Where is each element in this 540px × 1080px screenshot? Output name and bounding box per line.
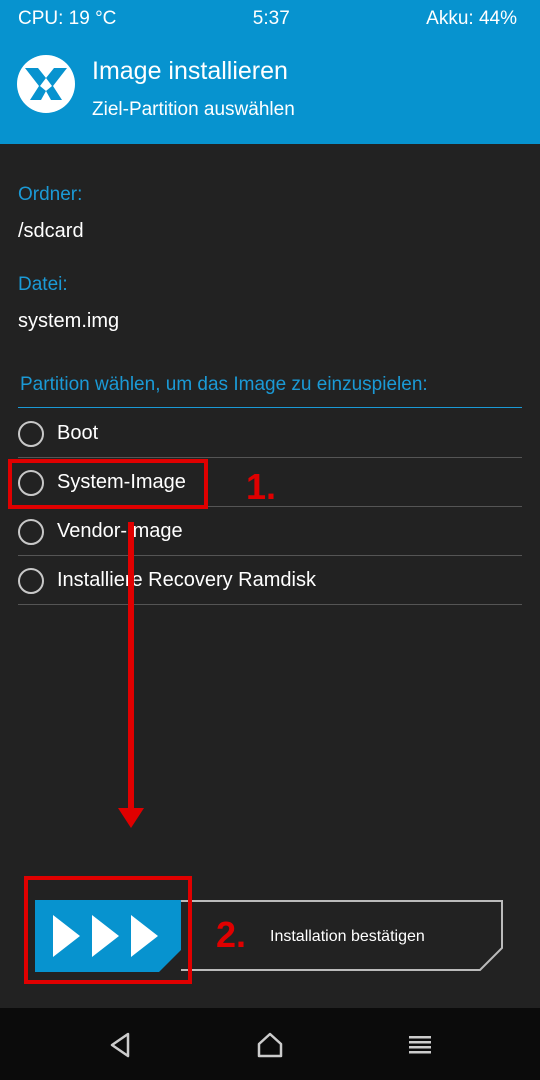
home-icon[interactable] — [255, 1030, 285, 1060]
file-label: Datei: — [18, 274, 68, 295]
twrp-logo-icon — [17, 55, 75, 113]
partition-option-boot[interactable]: Boot — [18, 409, 522, 458]
app-header: Image installieren Ziel-Partition auswäh… — [0, 38, 540, 144]
radio-button-icon[interactable] — [18, 568, 44, 594]
page-title: Image installieren — [92, 57, 288, 85]
battery-level: Akku: 44% — [426, 8, 517, 29]
annotation-highlight-swipe-handle — [24, 876, 192, 984]
partition-option-vendor-image[interactable]: Vendor-Image — [18, 507, 522, 556]
status-bar: CPU: 19 °C 5:37 Akku: 44% — [0, 0, 540, 38]
annotation-highlight-system-image — [8, 459, 208, 509]
annotation-step-2: 2. — [216, 914, 247, 955]
partition-option-recovery-ramdisk[interactable]: Installiere Recovery Ramdisk — [18, 556, 522, 605]
swipe-confirm-label: Installation bestätigen — [270, 928, 425, 945]
page-subtitle: Ziel-Partition auswählen — [92, 99, 295, 120]
partition-option-label: Installiere Recovery Ramdisk — [57, 569, 316, 591]
navigation-bar — [0, 1008, 540, 1080]
file-value: system.img — [18, 310, 120, 332]
annotation-arrow-head — [118, 808, 144, 828]
folder-label: Ordner: — [18, 184, 83, 205]
annotation-step-1: 1. — [246, 466, 277, 507]
folder-value: /sdcard — [18, 220, 84, 242]
radio-button-icon[interactable] — [18, 421, 44, 447]
section-divider — [18, 407, 522, 408]
annotation-arrow — [128, 522, 134, 814]
cpu-temperature: CPU: 19 °C — [18, 8, 117, 29]
partition-option-label: Vendor-Image — [57, 520, 183, 542]
radio-button-icon[interactable] — [18, 519, 44, 545]
back-triangle-icon[interactable] — [106, 1030, 136, 1060]
clock: 5:37 — [252, 8, 290, 29]
partition-option-label: Boot — [57, 422, 99, 444]
menu-lines-icon[interactable] — [405, 1030, 435, 1060]
partition-section-title: Partition wählen, um das Image zu einzus… — [20, 374, 428, 395]
